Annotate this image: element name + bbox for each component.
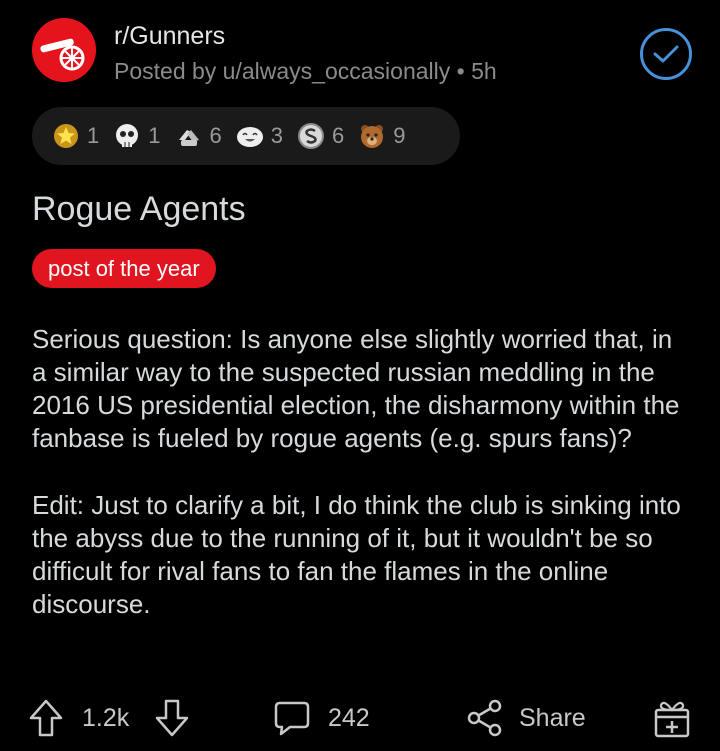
comment-bubble-icon[interactable]	[272, 698, 312, 738]
award-item: 1	[113, 122, 161, 150]
gift-plus-icon[interactable]	[652, 697, 692, 739]
post-paragraph: Edit: Just to clarify a bit, I do think …	[32, 490, 681, 619]
awards-bar[interactable]: 1 1 6 3 6 9	[32, 107, 460, 165]
silver-s-award-icon	[297, 122, 325, 150]
award-count: 6	[209, 123, 222, 148]
give-award-button[interactable]	[652, 690, 692, 746]
award-item: 6	[175, 122, 222, 150]
share-label: Share	[519, 703, 586, 732]
post-meta: Posted by u/always_occasionally • 5h	[114, 58, 497, 84]
comment-count: 242	[328, 703, 370, 732]
gold-star-award-icon	[52, 122, 80, 150]
comments-button[interactable]: 242	[272, 690, 370, 746]
arrow-down-icon[interactable]	[154, 698, 190, 738]
post-paragraph: Serious question: Is anyone else slightl…	[32, 324, 680, 453]
hands-award-icon	[175, 122, 203, 150]
award-count: 1	[87, 123, 100, 148]
arrow-up-icon[interactable]	[28, 698, 64, 738]
vote-count: 1.2k	[82, 703, 130, 732]
award-count: 9	[393, 123, 406, 148]
post-title[interactable]: Rogue Agents	[32, 190, 246, 229]
award-item: 6	[297, 122, 344, 150]
laughing-face-award-icon	[236, 122, 264, 150]
share-icon[interactable]	[465, 698, 505, 738]
downvote-button[interactable]	[154, 690, 190, 746]
skull-award-icon	[113, 122, 141, 150]
bear-award-icon	[358, 122, 386, 150]
post-body: Serious question: Is anyone else slightl…	[32, 323, 692, 655]
share-button[interactable]: Share	[465, 690, 586, 746]
award-item: 3	[236, 122, 283, 150]
upvote-button[interactable]	[28, 690, 64, 746]
verified-check-icon[interactable]	[640, 28, 692, 80]
award-count: 3	[270, 123, 283, 148]
subreddit-cannon-icon[interactable]	[32, 18, 96, 82]
post-header: r/Gunners Posted by u/always_occasionall…	[32, 18, 692, 84]
post-flair[interactable]: post of the year	[32, 249, 216, 288]
subreddit-name[interactable]: r/Gunners	[114, 22, 225, 51]
award-item: 9	[358, 122, 406, 150]
post-action-bar: 1.2k 242 Share	[0, 690, 720, 746]
award-count: 1	[148, 123, 161, 148]
award-count: 6	[332, 123, 345, 148]
award-item: 1	[52, 122, 99, 150]
